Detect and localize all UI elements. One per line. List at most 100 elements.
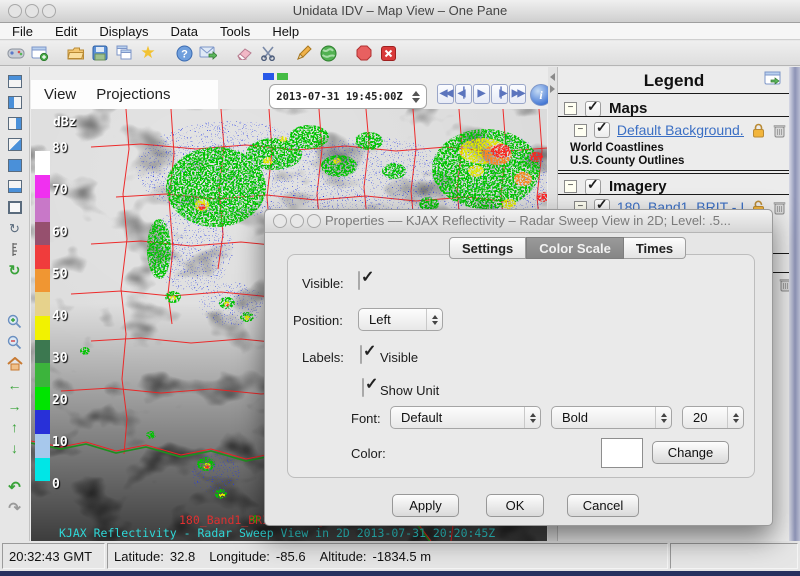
map-view-menubar: View Projections — [31, 80, 218, 109]
latitude-label: Latitude: — [114, 549, 164, 564]
default-background-link[interactable]: Default Background... — [617, 122, 744, 138]
collapse-item-icon[interactable]: − — [574, 124, 587, 137]
play-button[interactable]: ▶ — [473, 84, 490, 104]
float-legend-icon[interactable] — [764, 71, 783, 88]
labels-visible-checkbox[interactable]: ✓ — [360, 345, 362, 364]
support-request-icon[interactable] — [197, 43, 219, 63]
scissors-icon[interactable] — [257, 43, 279, 63]
color-scale-tick: 60 — [52, 225, 68, 240]
trash-icon[interactable] — [773, 200, 786, 215]
pan-down-icon[interactable]: ↓ — [6, 439, 24, 456]
redo-icon[interactable]: ↷ — [6, 499, 24, 516]
rotate-view-icon[interactable]: ↻ — [6, 220, 24, 237]
collapse-right-icon[interactable] — [550, 85, 555, 93]
view-south-cube-icon[interactable] — [6, 136, 24, 153]
properties-dialog: Properties –– KJAX Reflectivity – Radar … — [264, 209, 773, 526]
show-unit-checkbox[interactable]: ✓ — [362, 378, 364, 397]
maps-visibility-checkbox[interactable]: ✓ — [585, 101, 601, 117]
font-size-dropdown[interactable]: 20 — [682, 406, 744, 429]
new-display-window-icon[interactable] — [29, 43, 51, 63]
rail-spacer — [6, 460, 24, 474]
menu-data[interactable]: Data — [170, 24, 197, 39]
dialog-minimize-button[interactable] — [290, 214, 304, 228]
save-icon[interactable] — [89, 43, 111, 63]
visible-checkbox[interactable]: ✓ — [358, 271, 360, 290]
undo-icon[interactable]: ↶ — [6, 478, 24, 495]
view-north-cube-icon[interactable] — [6, 94, 24, 111]
time-stepper[interactable] — [409, 91, 426, 103]
zoom-in-icon[interactable] — [6, 313, 24, 330]
step-forward-button[interactable]: ▕▶ — [491, 84, 508, 104]
window-frame-right — [789, 67, 800, 541]
longitude-value: -85.6 — [276, 549, 306, 564]
ok-button[interactable]: OK — [486, 494, 544, 517]
pan-left-icon[interactable]: ← — [6, 376, 24, 393]
rewind-button[interactable]: ◀◀ — [437, 84, 454, 104]
menu-displays[interactable]: Displays — [99, 24, 148, 39]
time-selector[interactable]: 2013-07-31 19:45:00Z — [269, 84, 427, 109]
lock-icon[interactable] — [751, 123, 766, 138]
maps-category-label: Maps — [609, 100, 647, 117]
fast-forward-button[interactable]: ▶▶ — [509, 84, 526, 104]
apply-button[interactable]: Apply — [392, 494, 459, 517]
status-bar: 20:32:43 GMT Latitude: 32.8 Longitude: -… — [0, 541, 800, 571]
divider — [558, 173, 790, 174]
map-layer-label[interactable]: World Coastlines — [570, 142, 664, 154]
dialog-close-button[interactable] — [273, 214, 287, 228]
divider — [558, 93, 790, 94]
menu-file[interactable]: File — [12, 24, 33, 39]
stepper-icon — [727, 407, 743, 428]
change-color-button[interactable]: Change — [652, 441, 729, 464]
copy-display-icon[interactable] — [113, 43, 135, 63]
tab-color-scale[interactable]: Color Scale — [526, 237, 624, 259]
collapse-left-icon[interactable] — [550, 73, 555, 81]
latitude-value: 32.8 — [170, 549, 195, 564]
pan-right-icon[interactable]: → — [6, 397, 24, 414]
menu-projections[interactable]: Projections — [96, 86, 170, 103]
tab-times[interactable]: Times — [624, 237, 686, 259]
open-folder-icon[interactable] — [65, 43, 87, 63]
globe-icon[interactable] — [317, 43, 339, 63]
color-scale-tick: 50 — [52, 267, 68, 282]
map-layer-label[interactable]: U.S. County Outlines — [570, 155, 684, 167]
dashboard-icon[interactable] — [5, 43, 27, 63]
imagery-visibility-checkbox[interactable]: ✓ — [585, 179, 601, 195]
box-outline-icon[interactable] — [6, 199, 24, 216]
radar-display-label: KJAX Reflectivity - Radar Sweep View in … — [59, 526, 495, 540]
help-icon[interactable]: ? — [173, 43, 195, 63]
longitude-label: Longitude: — [209, 549, 270, 564]
edit-pencil-icon[interactable] — [293, 43, 315, 63]
font-style-dropdown[interactable]: Bold — [551, 406, 672, 429]
home-icon[interactable] — [6, 355, 24, 372]
zoom-out-icon[interactable] — [6, 334, 24, 351]
status-extra-box — [670, 543, 798, 569]
favorites-star-icon[interactable]: ★ — [137, 43, 159, 63]
exit-icon[interactable] — [377, 43, 399, 63]
stop-icon[interactable] — [353, 43, 375, 63]
font-name-dropdown[interactable]: Default — [390, 406, 541, 429]
vertical-scale-ruler-icon[interactable] — [6, 241, 24, 258]
pan-up-icon[interactable]: ↑ — [6, 418, 24, 435]
eraser-icon[interactable] — [233, 43, 255, 63]
view-bottom-cube-icon[interactable] — [6, 178, 24, 195]
collapse-imagery-icon[interactable]: − — [564, 180, 577, 193]
dialog-zoom-button[interactable] — [307, 214, 321, 228]
position-dropdown[interactable]: Left — [358, 308, 443, 331]
default-background-visibility-checkbox[interactable]: ✓ — [594, 122, 610, 138]
auto-rotate-icon[interactable]: ↻ — [6, 262, 24, 279]
menu-view[interactable]: View — [44, 86, 76, 103]
step-back-button[interactable]: ◀▏ — [455, 84, 472, 104]
tab-settings[interactable]: Settings — [449, 237, 526, 259]
cancel-button[interactable]: Cancel — [567, 494, 639, 517]
color-scale-tick: 0 — [52, 477, 60, 492]
view-east-cube-icon[interactable] — [6, 115, 24, 132]
labels-label: Labels: — [302, 350, 344, 365]
trash-icon[interactable] — [773, 123, 786, 138]
show-unit-label: Show Unit — [380, 383, 439, 398]
view-west-cube-icon[interactable] — [6, 157, 24, 174]
menu-tools[interactable]: Tools — [220, 24, 250, 39]
menu-help[interactable]: Help — [272, 24, 299, 39]
view-top-cube-icon[interactable] — [6, 73, 24, 90]
menu-edit[interactable]: Edit — [55, 24, 77, 39]
collapse-maps-icon[interactable]: − — [564, 102, 577, 115]
